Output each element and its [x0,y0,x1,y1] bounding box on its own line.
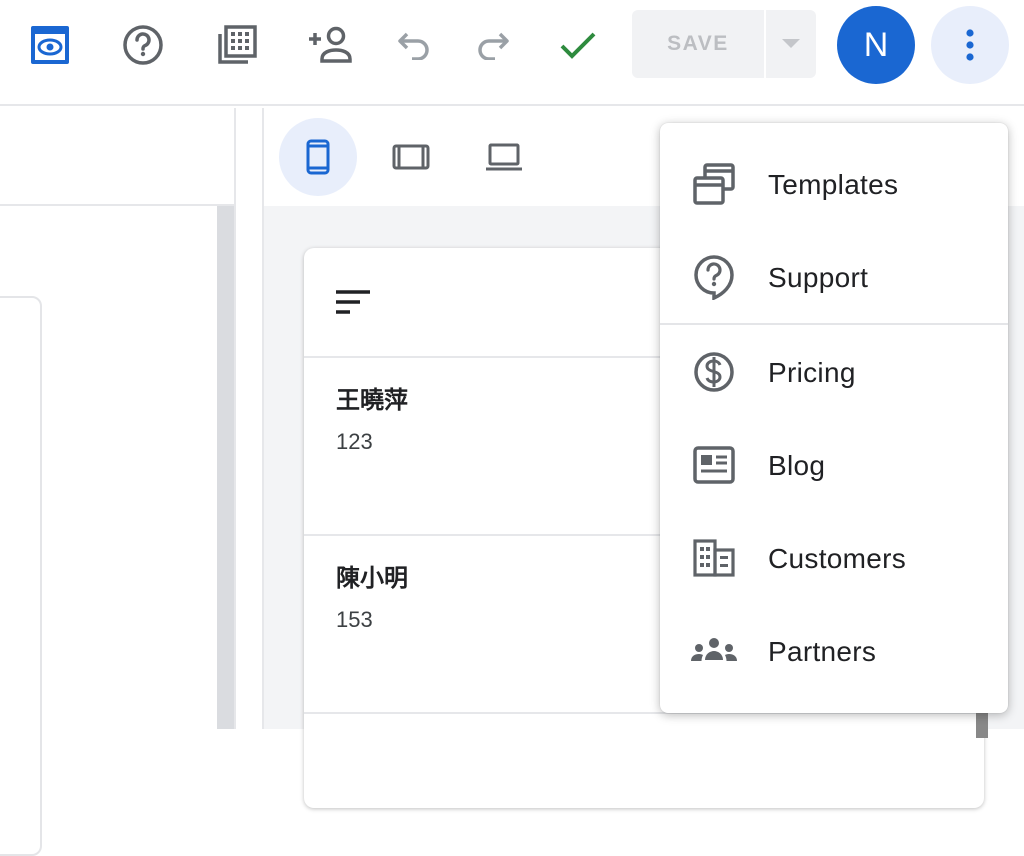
tablet-view-button[interactable] [372,118,450,196]
editor-pane [0,108,234,856]
spreadsheet-icon [218,25,257,64]
menu-item-customers[interactable]: Customers [660,512,1008,605]
menu-label: Blog [768,449,826,481]
user-avatar[interactable]: N [837,6,915,84]
more-options-menu: Templates Support Pricing Blog Customers… [660,123,1008,713]
menu-item-partners[interactable]: Partners [660,605,1008,698]
sort-icon[interactable] [334,288,372,318]
templates-icon [688,158,740,210]
save-options-button[interactable] [766,10,816,78]
menu-item-blog[interactable]: Blog [660,419,1008,512]
menu-item-support[interactable]: Support [660,231,1008,324]
preview-button[interactable] [19,14,81,76]
editor-body [0,206,218,856]
more-vertical-icon [966,29,974,61]
editor-card [0,296,42,856]
pricing-icon [688,346,740,398]
preview-icon [31,26,69,64]
top-toolbar: SAVE N [0,0,1024,106]
redo-button[interactable] [461,14,523,76]
menu-label: Partners [768,635,877,667]
menu-divider [660,323,1008,325]
menu-label: Pricing [768,356,856,388]
redo-icon [478,32,509,60]
save-button-group: SAVE [632,10,816,78]
undo-button[interactable] [384,14,446,76]
customers-icon [688,532,740,584]
add-person-button[interactable] [299,14,361,76]
saved-status [547,14,609,76]
pane-splitter[interactable] [234,108,264,729]
laptop-icon [486,143,522,171]
laptop-view-button[interactable] [465,118,543,196]
menu-item-templates[interactable]: Templates [660,138,1008,231]
phone-view-button[interactable] [279,118,357,196]
check-icon [560,32,596,59]
spreadsheet-button[interactable] [206,14,268,76]
help-button[interactable] [112,14,174,76]
menu-label: Support [768,261,869,293]
more-options-button[interactable] [931,6,1009,84]
menu-label: Templates [768,168,899,200]
editor-scrollbar[interactable] [217,206,234,729]
partners-icon [688,625,740,677]
support-icon [688,251,740,303]
menu-item-pricing[interactable]: Pricing [660,326,1008,419]
add-person-icon [309,26,352,63]
undo-icon [398,32,429,60]
tablet-icon [392,144,430,170]
editor-header [0,108,234,206]
chevron-down-icon [782,39,800,48]
help-icon [123,25,163,65]
menu-label: Customers [768,542,907,574]
save-button[interactable]: SAVE [632,10,764,78]
blog-icon [688,439,740,491]
phone-icon [306,139,330,175]
